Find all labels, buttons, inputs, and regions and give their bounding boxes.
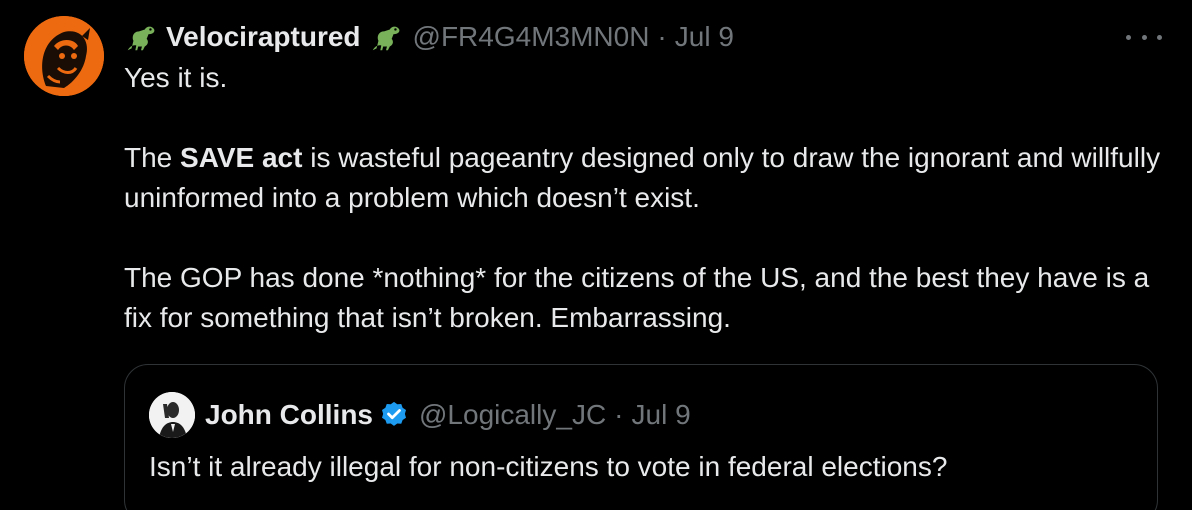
quoted-author-avatar[interactable] (149, 392, 195, 438)
save-act-bold-text: SAVE act (180, 142, 303, 173)
tweet-paragraph-2: The SAVE act is wasteful pageantry desig… (124, 138, 1174, 218)
quoted-author-display-name[interactable]: John Collins (205, 399, 373, 431)
more-dot (1141, 34, 1147, 40)
author-avatar[interactable] (24, 16, 104, 96)
hanuman-avatar-icon (24, 16, 104, 96)
tweet-body: Yes it is. The SAVE act is wasteful page… (124, 58, 1174, 338)
more-dot (1157, 34, 1162, 40)
t-rex-emoji-icon (369, 20, 403, 54)
author-display-name[interactable]: Velociraptured (166, 21, 361, 53)
more-horizontal-icon (1126, 34, 1131, 40)
tweet-card[interactable]: Velociraptured @FR4G4M3MN0N · Jul 9 Yes … (0, 0, 1192, 510)
t-rex-emoji-icon (124, 20, 158, 54)
quoted-tweet-header: John Collins @Logically_JC · Jul 9 (149, 392, 691, 438)
tweet-date[interactable]: Jul 9 (675, 21, 734, 53)
verified-badge-icon (379, 400, 409, 430)
separator-dot: · (657, 21, 667, 52)
tweet-paragraph-3: The GOP has done *nothing* for the citiz… (124, 262, 1150, 333)
paragraph-2-prefix: The (124, 142, 181, 173)
more-options-button[interactable] (1126, 22, 1162, 52)
quoted-tweet[interactable]: John Collins @Logically_JC · Jul 9 Isn’t… (124, 364, 1158, 510)
tweet-paragraph-1: Yes it is. (124, 62, 228, 93)
author-handle[interactable]: @FR4G4M3MN0N (413, 21, 650, 53)
quoted-author-handle[interactable]: @Logically_JC (419, 399, 606, 431)
quoted-tweet-date[interactable]: Jul 9 (632, 399, 691, 431)
quoted-tweet-text: Isn’t it already illegal for non-citizen… (149, 451, 948, 482)
person-avatar-icon (149, 392, 195, 438)
tweet-header: Velociraptured @FR4G4M3MN0N · Jul 9 (124, 16, 734, 58)
separator-dot: · (614, 399, 624, 430)
